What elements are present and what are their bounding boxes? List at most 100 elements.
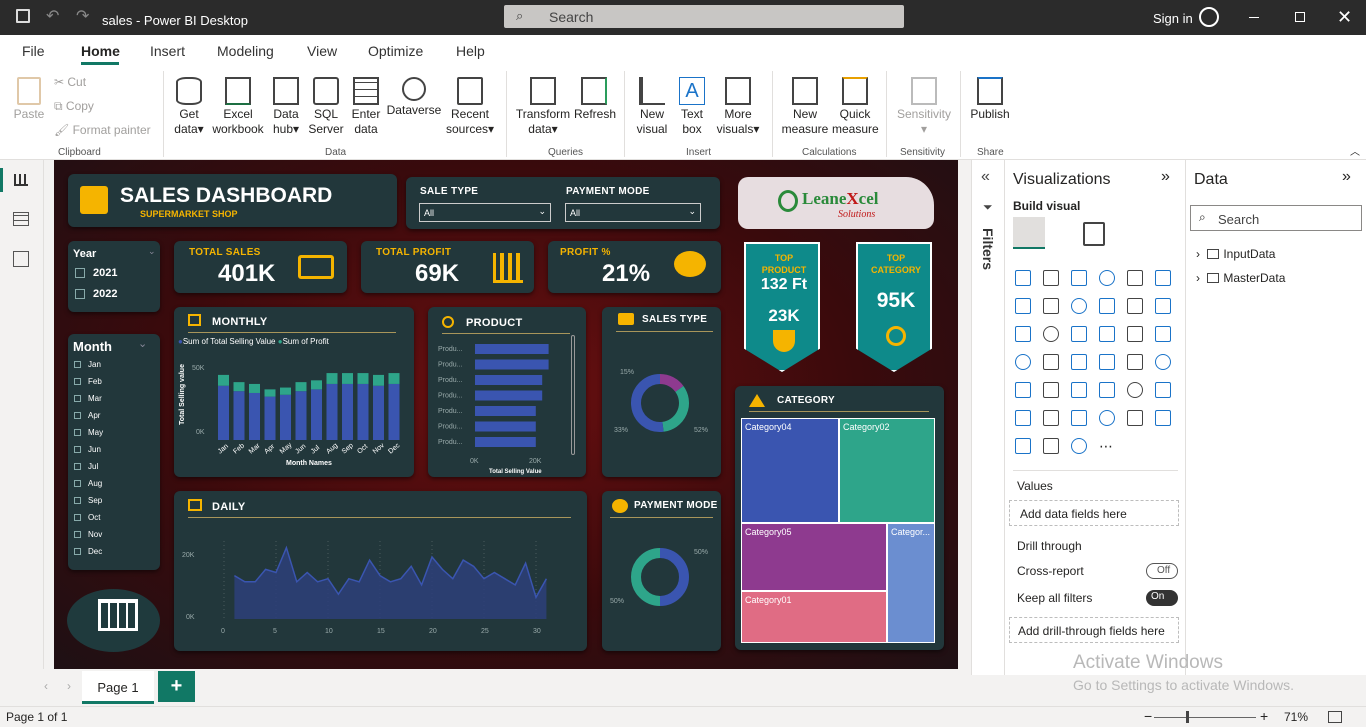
sign-in-link[interactable]: Sign in bbox=[1153, 11, 1193, 26]
fit-page-icon[interactable] bbox=[1328, 711, 1342, 723]
menu-insert[interactable]: Insert bbox=[150, 43, 185, 59]
collapse-icon[interactable]: » bbox=[1161, 168, 1170, 186]
shape-map-icon[interactable] bbox=[1071, 354, 1087, 370]
month-option-jul[interactable]: Jul bbox=[74, 462, 98, 471]
year-2021-option[interactable]: 2021 bbox=[75, 267, 117, 279]
keep-filters-toggle[interactable]: On bbox=[1146, 590, 1178, 606]
text-box-button[interactable]: A Text box bbox=[674, 77, 710, 137]
filled-map-icon[interactable] bbox=[1043, 354, 1059, 370]
treemap-icon[interactable] bbox=[1155, 326, 1171, 342]
product-chart-card[interactable]: PRODUCT Produ... Produ... Produ... Produ...… bbox=[428, 307, 586, 477]
sql-server-button[interactable]: SQL Server bbox=[308, 77, 344, 137]
area-icon[interactable] bbox=[1043, 298, 1059, 314]
waterfall-icon[interactable] bbox=[1015, 326, 1031, 342]
ribbon-icon[interactable] bbox=[1155, 298, 1171, 314]
sales-type-donut[interactable] bbox=[628, 371, 692, 435]
donut-icon[interactable] bbox=[1127, 326, 1143, 342]
month-option-apr[interactable]: Apr bbox=[74, 411, 100, 420]
pie-icon[interactable] bbox=[1099, 326, 1115, 342]
paste-button[interactable]: Paste bbox=[12, 77, 46, 122]
search-box[interactable]: ⌕ Search bbox=[504, 5, 904, 28]
month-option-nov[interactable]: Nov bbox=[74, 530, 102, 539]
menu-optimize[interactable]: Optimize bbox=[368, 43, 423, 59]
multi-row-card-icon[interactable] bbox=[1155, 354, 1171, 370]
stacked-bar-icon[interactable] bbox=[1015, 270, 1031, 286]
report-view-icon[interactable] bbox=[14, 174, 28, 186]
paginated-icon[interactable] bbox=[1127, 410, 1143, 426]
menu-home[interactable]: Home bbox=[81, 43, 120, 59]
table-item-inputdata[interactable]: › InputData bbox=[1196, 247, 1275, 261]
payment-mode-card[interactable]: PAYMENT MODE 50% 50% bbox=[602, 491, 721, 651]
clustered-bar-icon[interactable] bbox=[1071, 270, 1087, 286]
redo-icon[interactable]: ↷ bbox=[76, 6, 89, 26]
month-option-jun[interactable]: Jun bbox=[74, 445, 101, 454]
payment-mode-donut[interactable] bbox=[628, 545, 692, 609]
matrix-icon[interactable] bbox=[1099, 382, 1115, 398]
collapse-icon[interactable]: » bbox=[1342, 168, 1351, 186]
month-option-dec[interactable]: Dec bbox=[74, 547, 102, 556]
qa-icon[interactable] bbox=[1071, 410, 1087, 426]
zoom-thumb[interactable] bbox=[1186, 711, 1189, 723]
product-bar-chart[interactable]: Produ... Produ... Produ... Produ... Produ...… bbox=[436, 337, 576, 457]
power-automate-icon[interactable] bbox=[1043, 438, 1059, 454]
funnel-icon[interactable] bbox=[1043, 326, 1059, 342]
sales-type-card[interactable]: SALES TYPE 15% 33% 52% bbox=[602, 307, 721, 477]
table-view-icon[interactable] bbox=[13, 212, 29, 226]
cut-button[interactable]: ✂ Cut bbox=[54, 75, 86, 90]
map-icon[interactable] bbox=[1015, 354, 1031, 370]
quick-measure-button[interactable]: Quick measure bbox=[832, 77, 879, 137]
table-icon[interactable] bbox=[1071, 382, 1087, 398]
treemap-tile[interactable]: Categor... bbox=[887, 523, 935, 643]
metrics-icon[interactable] bbox=[1155, 410, 1171, 426]
monthly-chart-card[interactable]: MONTHLY ●Sum of Total Selling Value ●Sum… bbox=[174, 307, 414, 477]
new-visual-button[interactable]: New visual bbox=[634, 77, 670, 137]
monthly-bar-chart[interactable]: Jan Feb Mar Apr May Jun Jul Aug Sep Oct Nov Dec bbox=[214, 362, 409, 462]
treemap-tile[interactable]: Category05 bbox=[741, 523, 887, 591]
clustered-column-icon[interactable] bbox=[1099, 270, 1115, 286]
drill-through-well[interactable]: Add drill-through fields here bbox=[1009, 617, 1179, 643]
zoom-out-button[interactable]: − bbox=[1144, 708, 1152, 724]
stacked-area-icon[interactable] bbox=[1071, 298, 1087, 314]
card-icon[interactable] bbox=[1127, 354, 1143, 370]
values-well[interactable]: Add data fields here bbox=[1009, 500, 1179, 526]
data-search-input[interactable]: ⌕ Search bbox=[1190, 205, 1362, 231]
restore-icon[interactable] bbox=[1295, 12, 1305, 22]
more-icon[interactable]: ⋯ bbox=[1099, 438, 1119, 456]
menu-file[interactable]: File bbox=[22, 43, 45, 59]
100-bar-icon[interactable] bbox=[1127, 270, 1143, 286]
table-item-masterdata[interactable]: › MasterData bbox=[1196, 271, 1285, 285]
account-icon[interactable] bbox=[1199, 7, 1219, 27]
kpi-icon[interactable] bbox=[1015, 382, 1031, 398]
zoom-in-button[interactable]: + bbox=[1260, 708, 1268, 724]
sensitivity-button[interactable]: Sensitivity ▾ bbox=[892, 77, 956, 137]
gauge-icon[interactable] bbox=[1099, 354, 1115, 370]
get-data-button[interactable]: Get data▾ bbox=[170, 77, 208, 137]
filters-pane[interactable]: « ⏷ Filters bbox=[971, 160, 1005, 675]
dataverse-button[interactable]: Dataverse bbox=[386, 77, 442, 118]
daily-chart-card[interactable]: DAILY 20K 0K 05101520253035 bbox=[174, 491, 587, 651]
enter-data-button[interactable]: Enter data bbox=[348, 77, 384, 137]
month-option-jan[interactable]: Jan bbox=[74, 360, 101, 369]
month-option-feb[interactable]: Feb bbox=[74, 377, 102, 386]
month-option-may[interactable]: May bbox=[74, 428, 103, 437]
stacked-column-icon[interactable] bbox=[1043, 270, 1059, 286]
recent-sources-button[interactable]: Recent sources▾ bbox=[444, 77, 496, 137]
data-hub-button[interactable]: Data hub▾ bbox=[268, 77, 304, 137]
smart-narrative-icon[interactable] bbox=[1071, 438, 1087, 454]
close-icon[interactable]: ✕ bbox=[1337, 7, 1352, 28]
python-icon[interactable] bbox=[1155, 382, 1171, 398]
line-icon[interactable] bbox=[1015, 298, 1031, 314]
next-page-icon[interactable]: › bbox=[67, 679, 71, 693]
narrative-icon[interactable] bbox=[1099, 410, 1115, 426]
100-column-icon[interactable] bbox=[1155, 270, 1171, 286]
line-clustered-icon[interactable] bbox=[1127, 298, 1143, 314]
scrollbar[interactable] bbox=[571, 335, 575, 455]
power-apps-icon[interactable] bbox=[1015, 438, 1031, 454]
treemap-tile[interactable]: Category02 bbox=[839, 418, 935, 523]
year-2022-option[interactable]: 2022 bbox=[75, 288, 117, 300]
report-canvas[interactable]: SALES DASHBOARD SUPERMARKET SHOP SALE TY… bbox=[54, 160, 958, 669]
publish-button[interactable]: Publish bbox=[968, 77, 1012, 122]
treemap-tile[interactable]: Category01 bbox=[741, 591, 887, 643]
month-option-sep[interactable]: Sep bbox=[74, 496, 102, 505]
minimize-icon[interactable] bbox=[1249, 17, 1259, 18]
